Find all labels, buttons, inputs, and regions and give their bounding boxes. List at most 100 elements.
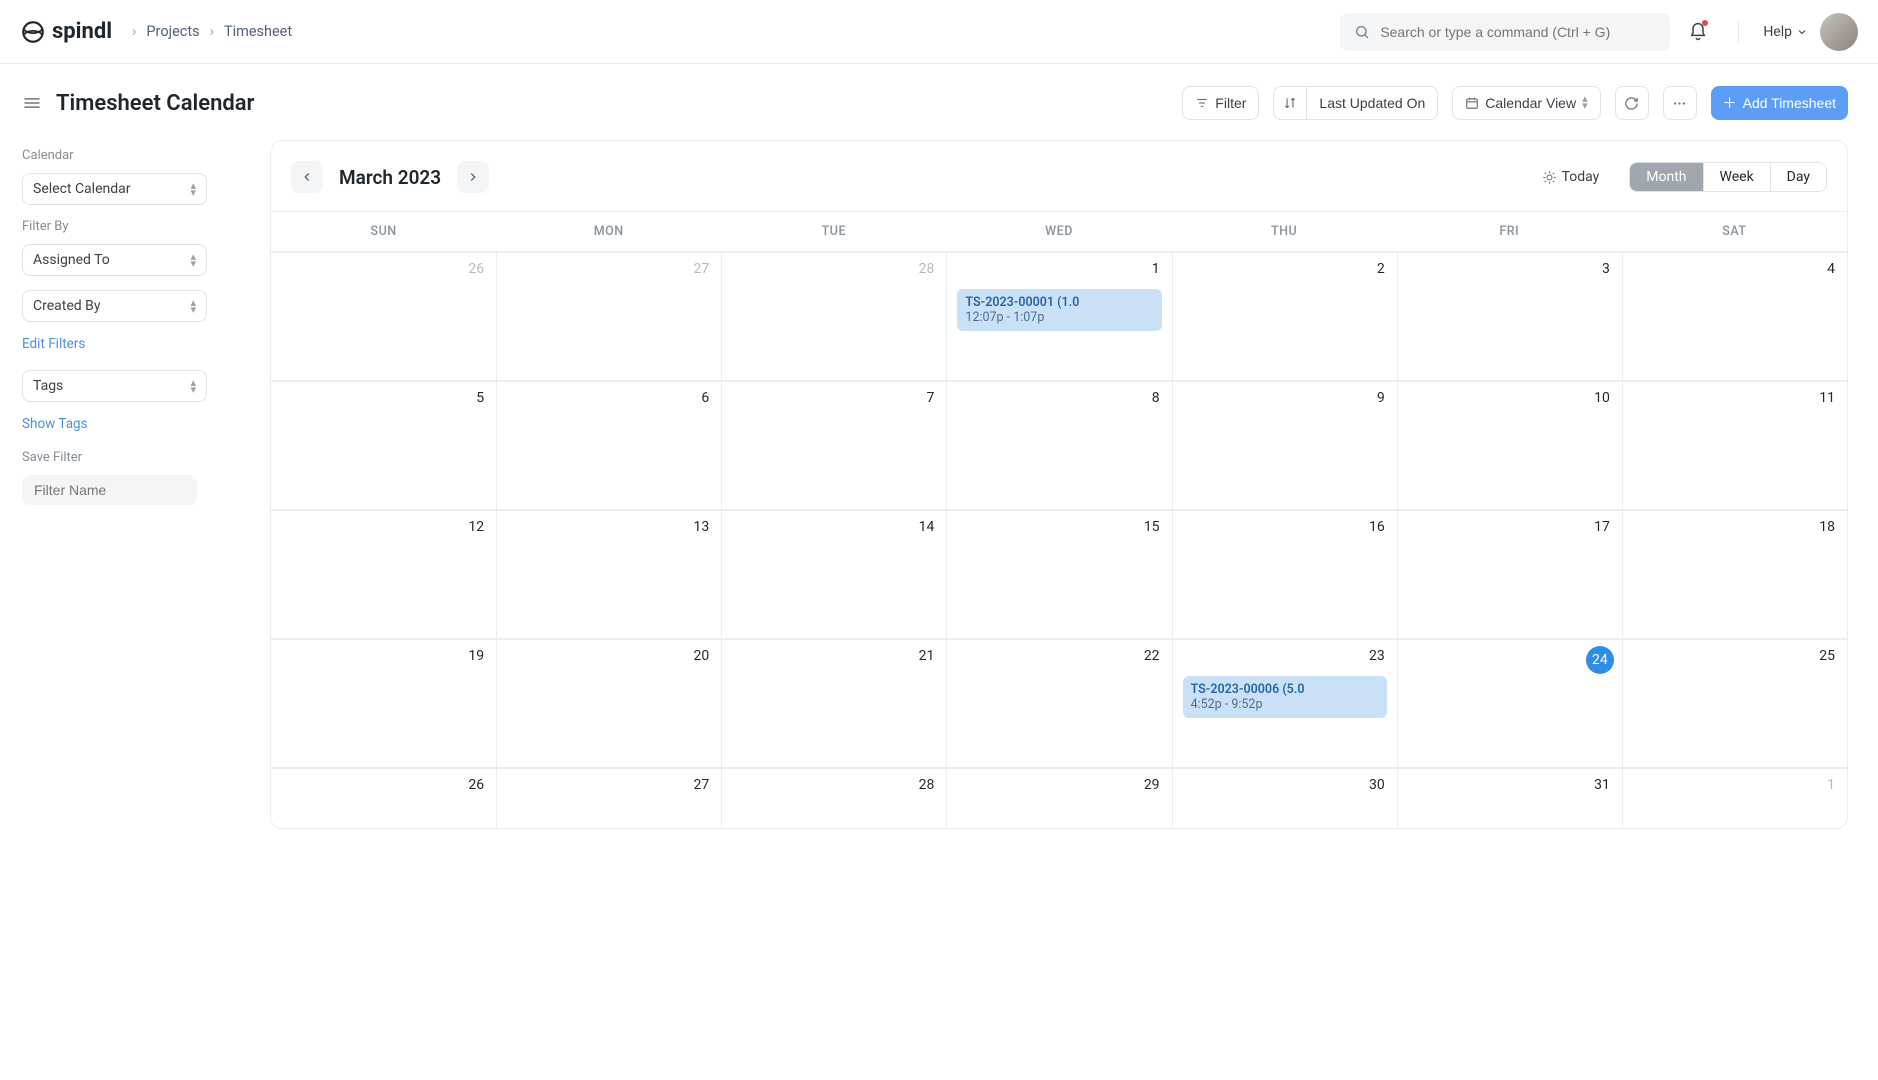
- filter-by-heading: Filter By: [22, 219, 242, 234]
- today-button[interactable]: Today: [1542, 169, 1600, 185]
- sun-icon: [1542, 170, 1557, 185]
- chevron-right-icon: ›: [132, 23, 136, 40]
- calendar-cell[interactable]: 5: [271, 381, 496, 509]
- view-mode-button[interactable]: Calendar View ▴▾: [1452, 86, 1600, 120]
- day-number: 29: [1144, 777, 1160, 793]
- event-title: TS-2023-00006 (5.0: [1191, 682, 1379, 697]
- calendar-cell[interactable]: 1TS-2023-00001 (1.012:07p - 1:07p: [946, 252, 1171, 380]
- calendar-cell[interactable]: 26: [271, 768, 496, 828]
- calendar-event[interactable]: TS-2023-00006 (5.04:52p - 9:52p: [1183, 676, 1387, 718]
- view-tab-week[interactable]: Week: [1703, 163, 1770, 191]
- calendar-cell[interactable]: 16: [1172, 510, 1397, 638]
- day-number: 28: [919, 777, 935, 793]
- calendar-cell[interactable]: 15: [946, 510, 1171, 638]
- user-avatar[interactable]: [1820, 13, 1858, 51]
- calendar-cell[interactable]: 11: [1622, 381, 1847, 509]
- day-number: 4: [1827, 261, 1835, 277]
- day-number: 27: [694, 261, 710, 277]
- more-button[interactable]: [1663, 86, 1697, 120]
- show-tags-link[interactable]: Show Tags: [22, 416, 242, 432]
- calendar-cell[interactable]: 4: [1622, 252, 1847, 380]
- calendar-cell[interactable]: 29: [946, 768, 1171, 828]
- sort-arrows-icon: ▴▾: [190, 299, 196, 313]
- calendar-event[interactable]: TS-2023-00001 (1.012:07p - 1:07p: [957, 289, 1161, 331]
- calendar-cell[interactable]: 13: [496, 510, 721, 638]
- calendar-cell[interactable]: 27: [496, 252, 721, 380]
- day-number: 27: [694, 777, 710, 793]
- help-menu[interactable]: Help: [1763, 24, 1808, 40]
- calendar-cell[interactable]: 19: [271, 639, 496, 767]
- day-number: 31: [1594, 777, 1610, 793]
- tags-select[interactable]: Tags ▴▾: [22, 370, 207, 402]
- day-number: 24: [1586, 646, 1614, 674]
- prev-month-button[interactable]: [291, 161, 323, 193]
- calendar-cell[interactable]: 24: [1397, 639, 1622, 767]
- created-by-select[interactable]: Created By ▴▾: [22, 290, 207, 322]
- calendar-cell[interactable]: 25: [1622, 639, 1847, 767]
- select-calendar[interactable]: Select Calendar ▴▾: [22, 173, 207, 205]
- day-header: WED: [946, 212, 1171, 251]
- sort-direction-button[interactable]: [1273, 86, 1307, 120]
- day-number: 9: [1377, 390, 1385, 406]
- day-number: 18: [1819, 519, 1835, 535]
- brand-logo[interactable]: spindl: [20, 19, 112, 45]
- day-number: 13: [694, 519, 710, 535]
- breadcrumb-projects[interactable]: Projects: [146, 23, 199, 40]
- page-title: Timesheet Calendar: [56, 91, 254, 116]
- calendar-cell[interactable]: 18: [1622, 510, 1847, 638]
- search-input[interactable]: [1380, 24, 1656, 40]
- day-number: 19: [468, 648, 484, 664]
- calendar-cell[interactable]: 30: [1172, 768, 1397, 828]
- day-number: 12: [468, 519, 484, 535]
- chevron-down-icon: ▴▾: [1582, 96, 1588, 110]
- calendar-cell[interactable]: 27: [496, 768, 721, 828]
- day-number: 2: [1377, 261, 1385, 277]
- calendar-cell[interactable]: 23 TS-2023-00006 (5.04:52p - 9:52p: [1172, 639, 1397, 767]
- day-number: 8: [1152, 390, 1160, 406]
- day-number: 30: [1369, 777, 1385, 793]
- calendar-cell[interactable]: 9: [1172, 381, 1397, 509]
- breadcrumb-timesheet[interactable]: Timesheet: [224, 23, 292, 40]
- calendar-cell[interactable]: 1: [1622, 768, 1847, 828]
- next-month-button[interactable]: [457, 161, 489, 193]
- calendar-cell[interactable]: 14: [721, 510, 946, 638]
- calendar-cell[interactable]: 7: [721, 381, 946, 509]
- calendar-cell[interactable]: 22: [946, 639, 1171, 767]
- calendar-cell[interactable]: 2: [1172, 252, 1397, 380]
- calendar-cell[interactable]: 8: [946, 381, 1171, 509]
- calendar-cell[interactable]: 31: [1397, 768, 1622, 828]
- view-tab-day[interactable]: Day: [1770, 163, 1826, 191]
- day-number: 7: [927, 390, 935, 406]
- filter-name-input[interactable]: [22, 475, 197, 505]
- day-number: 23: [1369, 648, 1385, 664]
- global-search[interactable]: [1340, 13, 1670, 51]
- calendar-cell[interactable]: 28: [721, 252, 946, 380]
- sort-arrows-icon: ▴▾: [190, 253, 196, 267]
- day-number: 10: [1594, 390, 1610, 406]
- calendar-cell[interactable]: 3: [1397, 252, 1622, 380]
- notifications-button[interactable]: [1682, 16, 1714, 48]
- filter-button[interactable]: Filter: [1182, 86, 1259, 120]
- view-tab-month[interactable]: Month: [1630, 163, 1702, 191]
- calendar-cell[interactable]: 6: [496, 381, 721, 509]
- refresh-button[interactable]: [1615, 86, 1649, 120]
- day-number: 20: [694, 648, 710, 664]
- assigned-to-select[interactable]: Assigned To ▴▾: [22, 244, 207, 276]
- day-number: 15: [1144, 519, 1160, 535]
- sort-field-button[interactable]: Last Updated On: [1307, 86, 1438, 120]
- calendar-cell[interactable]: 28: [721, 768, 946, 828]
- calendar-cell[interactable]: 17: [1397, 510, 1622, 638]
- edit-filters-link[interactable]: Edit Filters: [22, 336, 242, 352]
- calendar-cell[interactable]: 12: [271, 510, 496, 638]
- sort-arrows-icon: ▴▾: [190, 182, 196, 196]
- add-timesheet-button[interactable]: ＋ Add Timesheet: [1711, 86, 1848, 120]
- calendar-cell[interactable]: 21: [721, 639, 946, 767]
- day-number: 22: [1144, 648, 1160, 664]
- breadcrumb: › Projects › Timesheet: [132, 23, 292, 40]
- calendar-cell[interactable]: 20: [496, 639, 721, 767]
- brand-name: spindl: [52, 19, 112, 44]
- sidebar-toggle[interactable]: [22, 93, 42, 113]
- event-time: 4:52p - 9:52p: [1191, 697, 1379, 712]
- calendar-cell[interactable]: 26: [271, 252, 496, 380]
- calendar-cell[interactable]: 10: [1397, 381, 1622, 509]
